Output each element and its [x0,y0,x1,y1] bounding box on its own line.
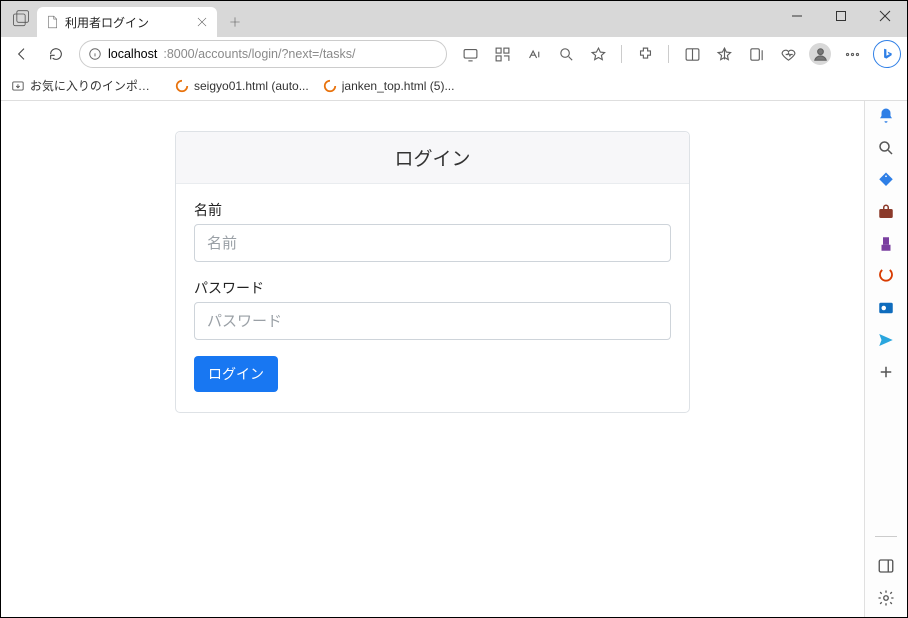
maximize-button[interactable] [819,1,863,31]
toolbar-icons [455,39,901,69]
card-header: ログイン [176,132,689,184]
gear-icon[interactable] [877,589,895,607]
tab-actions-icon[interactable] [11,9,31,29]
page-icon [45,15,59,29]
bookmarks-bar: お気に入りのインポート seigyo01.html (auto... janke… [1,71,907,101]
content-frame: ログイン 名前 パスワード ログイン [1,101,907,617]
panel-toggle-icon[interactable] [877,557,895,575]
name-label: 名前 [194,200,671,220]
tab-title: 利用者ログイン [65,14,189,31]
edge-sidebar [865,101,907,617]
briefcase-icon[interactable] [877,203,895,221]
bookmark-label: お気に入りのインポート [30,77,161,94]
site-info-icon[interactable] [88,47,102,61]
favorites-icon[interactable] [709,39,739,69]
address-bar-row: localhost :8000/accounts/login/?next=/tas… [1,37,907,71]
qr-icon[interactable] [487,39,517,69]
extensions-icon[interactable] [630,39,660,69]
page-content: ログイン 名前 パスワード ログイン [1,101,865,617]
read-aloud-icon[interactable] [519,39,549,69]
minimize-button[interactable] [775,1,819,31]
avatar-icon [809,43,831,65]
coupon-icon[interactable] [877,171,895,189]
close-icon[interactable] [195,15,209,29]
bookmark-item[interactable]: seigyo01.html (auto... [175,79,309,93]
window-titlebar: 利用者ログイン [1,1,907,37]
import-favorites-button[interactable]: お気に入りのインポート [11,77,161,94]
name-input[interactable] [194,224,671,262]
collections-icon[interactable] [741,39,771,69]
import-icon [11,79,25,93]
profile-button[interactable] [805,39,835,69]
bing-icon [880,47,894,61]
close-window-button[interactable] [863,1,907,31]
back-button[interactable] [7,39,37,69]
new-tab-button[interactable] [221,8,249,36]
window-controls [775,1,907,31]
login-wrapper: ログイン 名前 パスワード ログイン [1,101,864,413]
zoom-icon[interactable] [551,39,581,69]
browser-tab[interactable]: 利用者ログイン [37,7,217,37]
add-sidebar-icon[interactable] [877,363,895,381]
password-label: パスワード [194,278,671,298]
bell-icon[interactable] [877,107,895,125]
toolbar-separator [668,45,669,63]
refresh-button[interactable] [41,39,71,69]
send-icon[interactable] [877,331,895,349]
copilot-button[interactable] [873,40,901,68]
favicon-icon [323,79,337,93]
health-icon[interactable] [773,39,803,69]
game-icon[interactable] [877,235,895,253]
toolbar-separator [621,45,622,63]
bookmark-item[interactable]: janken_top.html (5)... [323,79,455,93]
plus-icon [228,15,242,29]
favorite-star-icon[interactable] [583,39,613,69]
url-host: localhost [108,47,157,61]
bookmark-label: seigyo01.html (auto... [194,79,309,93]
bookmark-label: janken_top.html (5)... [342,79,455,93]
url-input[interactable]: localhost :8000/accounts/login/?next=/tas… [79,40,447,68]
favicon-icon [175,79,189,93]
office-icon[interactable] [877,267,895,285]
search-icon[interactable] [877,139,895,157]
split-screen-icon[interactable] [677,39,707,69]
login-card: ログイン 名前 パスワード ログイン [175,131,690,413]
sidebar-divider [875,536,897,537]
password-input[interactable] [194,302,671,340]
card-body: 名前 パスワード ログイン [176,184,689,412]
outlook-icon[interactable] [877,299,895,317]
login-button[interactable]: ログイン [194,356,278,392]
more-menu-button[interactable] [837,39,867,69]
url-path: :8000/accounts/login/?next=/tasks/ [163,47,355,61]
device-icon[interactable] [455,39,485,69]
